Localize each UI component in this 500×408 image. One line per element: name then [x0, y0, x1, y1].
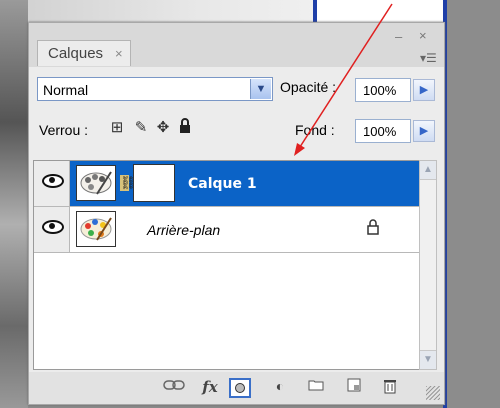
- blend-mode-value: Normal: [43, 82, 89, 98]
- layers-panel: Calques × – × ▾☰ Normal ▼ Opacité : 100%…: [28, 22, 445, 405]
- fill-label: Fond :: [295, 122, 335, 138]
- tab-layers[interactable]: Calques ×: [37, 40, 131, 66]
- panel-menu-icon[interactable]: ▾☰: [420, 51, 437, 65]
- chevron-down-icon[interactable]: ▼: [250, 79, 271, 99]
- lock-position-icon[interactable]: ✥: [153, 118, 173, 138]
- layer-list: ⛓ Calque 1 Arrière-plan: [33, 160, 423, 370]
- eye-icon[interactable]: [42, 174, 64, 188]
- scroll-down-icon[interactable]: ▼: [420, 350, 436, 369]
- layer-name[interactable]: Calque 1: [188, 176, 257, 192]
- layer-thumbnail[interactable]: [76, 165, 116, 201]
- lock-paint-icon[interactable]: ✎: [131, 118, 151, 138]
- layer-style-fx-icon[interactable]: fx: [197, 378, 223, 398]
- layer-list-scrollbar[interactable]: ▲ ▼: [419, 160, 437, 370]
- layer-mask-thumbnail[interactable]: [134, 165, 174, 201]
- resize-grip[interactable]: [426, 386, 440, 400]
- visibility-toggle[interactable]: [34, 207, 70, 252]
- close-icon[interactable]: ×: [419, 28, 427, 43]
- adjustment-layer-icon[interactable]: ◐: [269, 378, 291, 398]
- minimize-icon[interactable]: –: [395, 29, 402, 44]
- chain-link-icon[interactable]: ⛓: [120, 175, 137, 191]
- new-layer-icon[interactable]: [343, 378, 365, 398]
- fill-input[interactable]: 100%: [355, 119, 411, 143]
- layer-name[interactable]: Arrière-plan: [147, 222, 220, 238]
- panel-titlebar: Calques × – × ▾☰: [29, 23, 444, 67]
- add-mask-icon[interactable]: [229, 378, 251, 398]
- backdrop-right: [446, 0, 500, 408]
- fill-slider-arrow-icon[interactable]: ▶: [413, 120, 435, 142]
- layer-lock-icon: [366, 219, 380, 239]
- panel-footer-toolbar: fx ◐: [29, 372, 444, 404]
- visibility-toggle[interactable]: [34, 161, 70, 206]
- opacity-label: Opacité :: [280, 79, 337, 95]
- layer-thumbnail[interactable]: [76, 211, 116, 247]
- tab-close-icon[interactable]: ×: [115, 46, 123, 61]
- lock-transparency-icon[interactable]: ⊞: [107, 118, 127, 138]
- opacity-input[interactable]: 100%: [355, 78, 411, 102]
- new-group-folder-icon[interactable]: [305, 378, 327, 398]
- link-layers-icon[interactable]: [163, 378, 185, 398]
- layer-row-background[interactable]: Arrière-plan: [34, 207, 422, 253]
- trash-icon[interactable]: [379, 378, 401, 398]
- layer-row-calque-1[interactable]: ⛓ Calque 1: [34, 161, 422, 207]
- eye-icon[interactable]: [42, 220, 64, 234]
- lock-all-icon[interactable]: [175, 118, 195, 138]
- lock-label: Verrou :: [39, 122, 89, 138]
- blend-mode-select[interactable]: Normal ▼: [37, 77, 273, 101]
- scroll-up-icon[interactable]: ▲: [420, 161, 436, 180]
- backdrop-image-left: [0, 0, 28, 408]
- tab-label: Calques: [48, 45, 104, 62]
- opacity-slider-arrow-icon[interactable]: ▶: [413, 79, 435, 101]
